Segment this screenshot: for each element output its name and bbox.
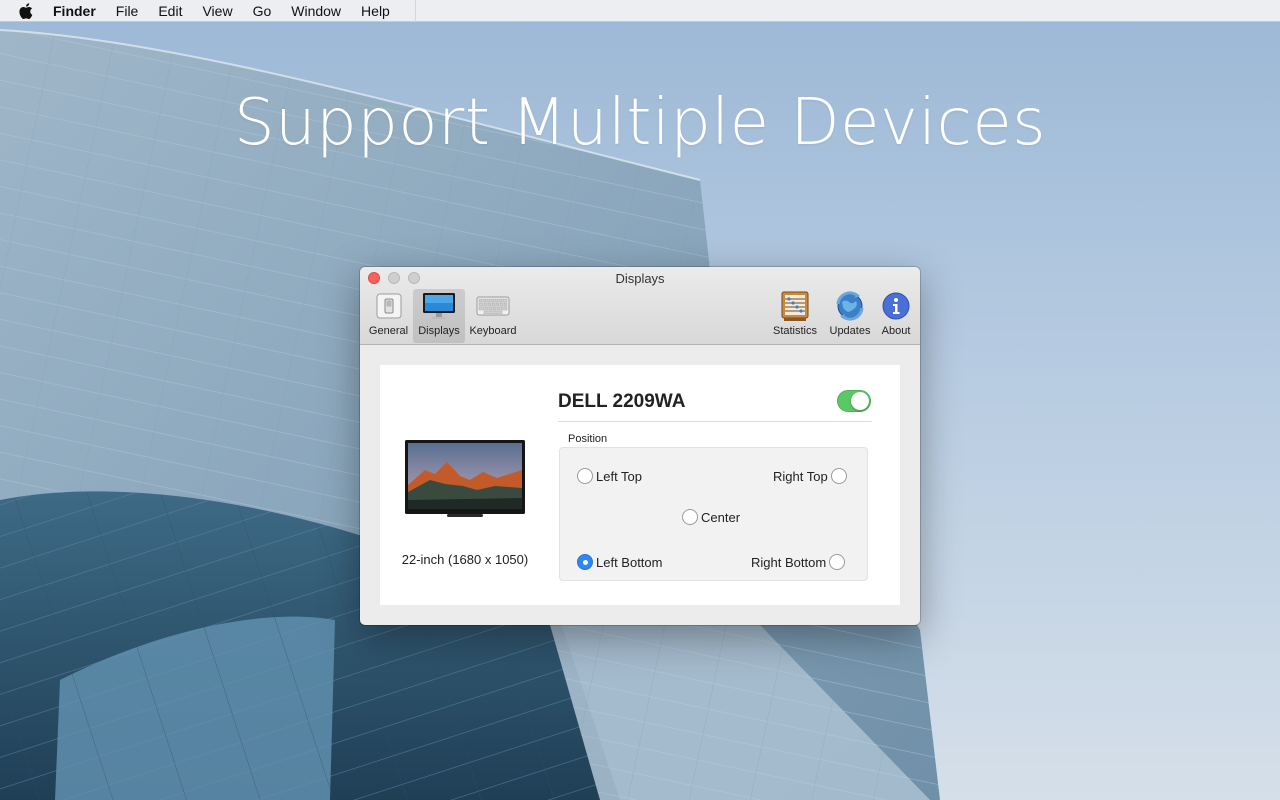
menu-window[interactable]: Window	[291, 3, 341, 19]
radio-center[interactable]	[682, 509, 698, 525]
display-settings-panel: 22-inch (1680 x 1050) DELL 2209WA Positi…	[380, 365, 900, 605]
menu-separator	[415, 0, 416, 22]
radio-right-top[interactable]	[830, 468, 847, 484]
tab-updates[interactable]: Updates	[825, 289, 875, 343]
menu-bar: Finder File Edit View Go Window Help	[0, 0, 1280, 22]
monitor-preview-image	[405, 440, 525, 525]
heading-divider	[558, 421, 872, 422]
toggle-knob	[851, 392, 869, 410]
position-right-top-option[interactable]: Right Top	[773, 468, 847, 484]
position-right-top-label: Right Top	[773, 468, 828, 484]
tab-general[interactable]: General	[365, 289, 412, 343]
radio-left-top[interactable]	[577, 468, 593, 484]
display-monitor-icon	[422, 289, 456, 323]
window-titlebar: Displays General Displays Keyboard Stati…	[360, 267, 920, 345]
position-center-option[interactable]: Center	[682, 509, 740, 525]
menu-file[interactable]: File	[116, 3, 139, 19]
position-center-label: Center	[701, 509, 741, 525]
promo-headline: Support Multiple Devices	[233, 86, 1047, 160]
display-resolution-text: 22-inch (1680 x 1050)	[401, 552, 529, 567]
menu-app-name[interactable]: Finder	[53, 3, 96, 19]
keyboard-icon	[476, 289, 510, 323]
menu-go[interactable]: Go	[253, 3, 272, 19]
position-right-bottom-option[interactable]: Right Bottom	[751, 554, 846, 570]
menu-view[interactable]: View	[202, 3, 232, 19]
tab-keyboard-label: Keyboard	[469, 325, 517, 337]
position-left-top-label: Left Top	[596, 468, 643, 484]
tab-statistics[interactable]: Statistics	[768, 289, 822, 343]
tab-keyboard[interactable]: Keyboard	[466, 289, 520, 343]
apple-menu-icon[interactable]	[19, 2, 39, 19]
preferences-window: Displays General Displays Keyboard Stati…	[360, 267, 920, 625]
menu-edit[interactable]: Edit	[158, 3, 182, 19]
window-title: Displays	[615, 271, 665, 286]
tab-about-label: About	[881, 325, 911, 337]
position-group-label: Position	[568, 433, 608, 445]
menu-help[interactable]: Help	[361, 3, 390, 19]
info-icon	[881, 289, 911, 323]
display-name-heading: DELL 2209WA	[558, 391, 686, 412]
radio-right-bottom[interactable]	[829, 554, 846, 570]
tab-displays-label: Displays	[418, 325, 460, 337]
updates-globe-icon	[834, 289, 866, 323]
position-left-bottom-label: Left Bottom	[596, 554, 663, 570]
radio-left-bottom[interactable]	[577, 554, 593, 570]
statistics-abacus-icon	[780, 289, 810, 323]
display-enabled-toggle[interactable]	[837, 390, 871, 412]
tab-about[interactable]: About	[876, 289, 916, 343]
tab-displays[interactable]: Displays	[413, 289, 465, 343]
general-switch-icon	[375, 289, 403, 323]
tab-general-label: General	[368, 325, 409, 337]
position-options-box: Left Top Right Top Center Left Bottom Ri…	[559, 447, 868, 581]
tab-statistics-label: Statistics	[772, 325, 817, 337]
position-left-top-option[interactable]: Left Top	[577, 468, 642, 484]
position-left-bottom-option[interactable]: Left Bottom	[577, 554, 662, 570]
tab-updates-label: Updates	[829, 325, 871, 337]
position-right-bottom-label: Right Bottom	[751, 554, 827, 570]
